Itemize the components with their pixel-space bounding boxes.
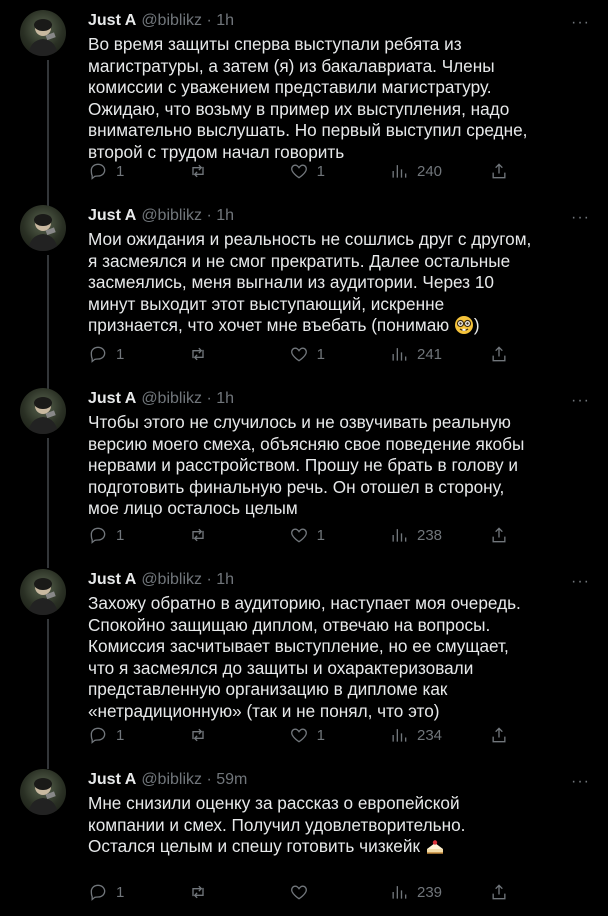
reply-icon	[90, 163, 106, 180]
timestamp: 1h	[216, 207, 235, 224]
author-handle[interactable]: @biblikz · 1h	[141, 207, 234, 225]
views-button[interactable]: 241	[389, 344, 489, 364]
thread-connector	[47, 549, 49, 559]
views-button[interactable]: 238	[389, 525, 489, 545]
tweet-2[interactable]: Just A @biblikz · 1h Мои ожидания и реал…	[0, 185, 608, 395]
like-icon	[290, 164, 307, 179]
avatar[interactable]	[20, 769, 66, 815]
reply-icon	[90, 727, 106, 744]
tweet-4[interactable]: Just A @biblikz · 1h Захожу обратно в ау…	[0, 549, 608, 769]
reply-button[interactable]: 1	[88, 525, 188, 545]
retweet-button[interactable]	[188, 725, 288, 745]
share-icon	[492, 884, 506, 900]
thread-connector	[47, 749, 49, 759]
views-button[interactable]: 239	[389, 882, 489, 902]
views-icon	[392, 529, 407, 542]
tweet-1[interactable]: Just A @biblikz · 1h Во время защиты спе…	[0, 0, 608, 210]
like-button[interactable]	[289, 882, 389, 902]
tweet-text: Во время защиты сперва выступали ребята …	[88, 34, 528, 162]
tweet-actions: 1 1 234	[88, 725, 518, 745]
avatar[interactable]	[20, 388, 66, 434]
like-button[interactable]: 1	[289, 344, 389, 364]
share-icon	[492, 346, 506, 362]
author-name[interactable]: Just A	[88, 390, 136, 408]
thread-connector	[47, 368, 49, 378]
cheesecake-emoji	[426, 840, 443, 854]
like-button[interactable]: 1	[289, 725, 389, 745]
like-button[interactable]: 1	[289, 525, 389, 545]
tweet-5[interactable]: Just A @biblikz · 59m Мне снизили оценку…	[0, 749, 608, 916]
share-button[interactable]	[489, 525, 518, 545]
retweet-button[interactable]	[188, 882, 288, 902]
author-handle[interactable]: @biblikz · 1h	[141, 571, 234, 589]
share-icon	[492, 163, 506, 179]
timestamp: 1h	[216, 390, 235, 407]
tweet-text: Чтобы этого не случилось и не озвучивать…	[88, 412, 525, 518]
reply-button[interactable]: 1	[88, 725, 188, 745]
timestamp: 1h	[216, 571, 235, 588]
retweet-button[interactable]	[188, 525, 288, 545]
retweet-icon	[192, 728, 204, 742]
reply-button[interactable]: 1	[88, 161, 188, 181]
share-button[interactable]	[489, 882, 518, 902]
more-icon[interactable]: ···	[571, 14, 590, 32]
share-button[interactable]	[489, 344, 518, 364]
like-icon	[290, 347, 307, 362]
author-handle[interactable]: @biblikz · 59m	[141, 771, 247, 789]
retweet-icon	[192, 164, 204, 178]
views-icon	[392, 886, 407, 899]
author-name[interactable]: Just A	[88, 207, 136, 225]
views-icon	[392, 729, 407, 742]
views-icon	[392, 348, 407, 361]
author-name[interactable]: Just A	[88, 571, 136, 589]
retweet-button[interactable]	[188, 344, 288, 364]
retweet-icon	[192, 347, 204, 361]
views-button[interactable]: 234	[389, 725, 489, 745]
like-icon	[290, 885, 307, 900]
share-button[interactable]	[489, 725, 518, 745]
tweet-actions: 1 1 238	[88, 525, 518, 545]
retweet-icon	[192, 885, 204, 899]
share-icon	[492, 727, 506, 743]
reply-button[interactable]: 1	[88, 344, 188, 364]
tweet-3[interactable]: Just A @biblikz · 1h Чтобы этого не случ…	[0, 368, 608, 568]
timestamp: 59m	[216, 771, 248, 788]
reply-icon	[90, 527, 106, 544]
author-handle[interactable]: @biblikz · 1h	[141, 390, 234, 408]
reply-icon	[90, 346, 106, 363]
tweet-thread: Just A @biblikz · 1h Во время защиты спе…	[0, 0, 608, 916]
like-button[interactable]: 1	[289, 161, 389, 181]
tweet-actions: 1 1 240	[88, 161, 518, 181]
author-name[interactable]: Just A	[88, 771, 136, 789]
timestamp: 1h	[216, 12, 235, 29]
thread-connector	[47, 185, 49, 195]
more-icon[interactable]: ···	[571, 573, 590, 591]
like-icon	[290, 728, 307, 743]
views-button[interactable]: 240	[389, 161, 489, 181]
tweet-text: Захожу обратно в аудиторию, наступает мо…	[88, 593, 521, 721]
like-icon	[290, 528, 307, 543]
share-button[interactable]	[489, 161, 518, 181]
retweet-icon	[192, 528, 204, 542]
more-icon[interactable]: ···	[571, 392, 590, 410]
author-name[interactable]: Just A	[88, 12, 136, 30]
more-icon[interactable]: ···	[571, 773, 590, 791]
share-icon	[492, 527, 506, 543]
tweet-text: Мои ожидания и реальность не сошлись дру…	[88, 229, 532, 335]
author-handle[interactable]: @biblikz · 1h	[141, 12, 234, 30]
tweet-actions: 1 239	[88, 882, 518, 902]
nerd-face-emoji	[454, 316, 473, 334]
views-icon	[392, 165, 407, 178]
retweet-button[interactable]	[188, 161, 288, 181]
reply-button[interactable]: 1	[88, 882, 188, 902]
tweet-actions: 1 1 241	[88, 344, 518, 364]
more-icon[interactable]: ···	[571, 209, 590, 227]
tweet-text: Мне снизили оценку за рассказ о европейс…	[88, 793, 466, 856]
reply-icon	[90, 884, 106, 901]
avatar[interactable]	[20, 10, 66, 56]
avatar[interactable]	[20, 569, 66, 615]
avatar[interactable]	[20, 205, 66, 251]
